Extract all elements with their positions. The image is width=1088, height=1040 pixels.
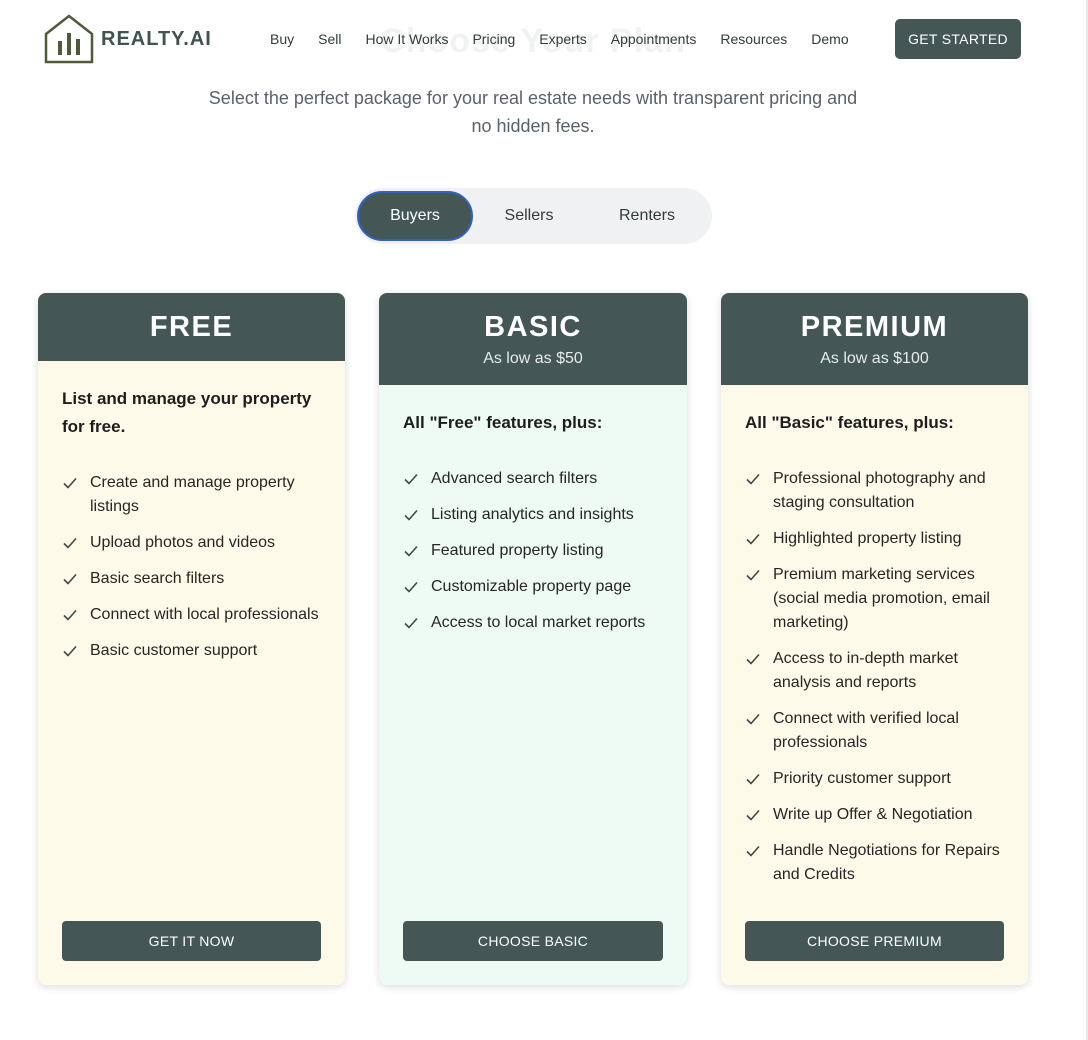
feature-list: Advanced search filters Listing analytic… — [379, 467, 687, 635]
feature-text: Basic customer support — [90, 642, 258, 659]
feature-text: Handle Negotiations for Repairs and Cred… — [773, 842, 1000, 883]
check-icon — [62, 471, 90, 495]
plan-price: As low as $50 — [483, 350, 583, 367]
plan-intro: All "Basic" features, plus: — [745, 413, 954, 432]
check-icon — [745, 527, 773, 551]
check-icon — [62, 567, 90, 591]
tab-renters[interactable]: Renters — [589, 191, 705, 241]
plan-header-free: FREE — [38, 293, 345, 361]
get-it-now-button[interactable]: GET IT NOW — [62, 921, 321, 961]
plan-title: PREMIUM — [800, 311, 949, 343]
main-nav: Buy Sell How It Works Pricing Experts Ap… — [258, 30, 861, 48]
check-icon — [403, 503, 431, 527]
check-icon — [745, 467, 773, 491]
page-subtitle: Select the perfect package for your real… — [208, 88, 858, 136]
feature-item: Professional photography and staging con… — [745, 467, 1004, 515]
feature-text: Featured property listing — [431, 542, 604, 559]
check-icon — [62, 531, 90, 555]
plan-card-free: FREE List and manage your property for f… — [38, 293, 345, 985]
feature-item: Advanced search filters — [403, 467, 663, 491]
plan-title: FREE — [149, 311, 234, 343]
feature-text: Connect with verified local professional… — [773, 710, 959, 751]
check-icon — [745, 839, 773, 863]
feature-text: Priority customer support — [773, 770, 951, 787]
check-icon — [403, 611, 431, 635]
feature-item: Priority customer support — [745, 767, 1004, 791]
feature-item: Create and manage property listings — [62, 471, 321, 519]
feature-text: Write up Offer & Negotiation — [773, 806, 973, 823]
check-icon — [745, 707, 773, 731]
feature-item: Write up Offer & Negotiation — [745, 803, 1004, 827]
plan-header-premium: PREMIUM As low as $100 — [721, 293, 1028, 385]
feature-text: Create and manage property listings — [90, 474, 295, 515]
nav-experts[interactable]: Experts — [527, 30, 598, 48]
check-icon — [745, 803, 773, 827]
nav-buy[interactable]: Buy — [258, 30, 306, 48]
check-icon — [403, 575, 431, 599]
feature-text: Highlighted property listing — [773, 530, 962, 547]
audience-tabs: Buyers Sellers Renters — [355, 188, 712, 244]
check-icon — [62, 639, 90, 663]
feature-text: Listing analytics and insights — [431, 506, 634, 523]
check-icon — [745, 647, 773, 671]
feature-text: Connect with local professionals — [90, 606, 319, 623]
tab-buyers[interactable]: Buyers — [357, 191, 473, 241]
check-icon — [403, 467, 431, 491]
check-icon — [745, 563, 773, 587]
feature-item: Basic search filters — [62, 567, 321, 591]
feature-text: Customizable property page — [431, 578, 632, 595]
nav-how-it-works[interactable]: How It Works — [353, 30, 460, 48]
feature-text: Access to in-depth market analysis and r… — [773, 650, 958, 691]
check-icon — [745, 767, 773, 791]
feature-text: Advanced search filters — [431, 470, 598, 487]
plan-title: BASIC — [484, 311, 582, 343]
feature-list: Professional photography and staging con… — [721, 467, 1028, 887]
feature-text: Premium marketing services (social media… — [773, 566, 990, 631]
check-icon — [403, 539, 431, 563]
feature-item: Listing analytics and insights — [403, 503, 663, 527]
house-chart-logo-icon — [44, 14, 94, 64]
plan-card-basic: BASIC As low as $50 All "Free" features,… — [379, 293, 687, 985]
feature-item: Access to local market reports — [403, 611, 663, 635]
plan-header-basic: BASIC As low as $50 — [379, 293, 687, 385]
feature-item: Connect with verified local professional… — [745, 707, 1004, 755]
nav-demo[interactable]: Demo — [799, 30, 860, 48]
brand-name: REALTY.AI — [101, 27, 212, 50]
feature-text: Access to local market reports — [431, 614, 646, 631]
nav-resources[interactable]: Resources — [708, 30, 799, 48]
nav-pricing[interactable]: Pricing — [460, 30, 527, 48]
feature-item: Access to in-depth market analysis and r… — [745, 647, 1004, 695]
tab-sellers[interactable]: Sellers — [471, 191, 587, 241]
nav-sell[interactable]: Sell — [306, 30, 353, 48]
logo[interactable]: REALTY.AI — [44, 14, 212, 64]
nav-appointments[interactable]: Appointments — [599, 30, 709, 48]
plan-intro: List and manage your property for free. — [62, 389, 312, 436]
feature-text: Upload photos and videos — [90, 534, 276, 551]
feature-item: Highlighted property listing — [745, 527, 1004, 551]
get-started-button[interactable]: GET STARTED — [895, 19, 1021, 59]
feature-item: Customizable property page — [403, 575, 663, 599]
check-icon — [62, 603, 90, 627]
choose-basic-button[interactable]: CHOOSE BASIC — [403, 921, 663, 961]
plan-price: As low as $100 — [820, 350, 929, 367]
choose-premium-button[interactable]: CHOOSE PREMIUM — [745, 921, 1004, 961]
feature-text: Professional photography and staging con… — [773, 470, 986, 511]
plan-card-premium: PREMIUM As low as $100 All "Basic" featu… — [721, 293, 1028, 985]
feature-item: Featured property listing — [403, 539, 663, 563]
plan-intro: All "Free" features, plus: — [403, 413, 603, 432]
feature-item: Upload photos and videos — [62, 531, 321, 555]
feature-item: Handle Negotiations for Repairs and Cred… — [745, 839, 1004, 887]
feature-item: Connect with local professionals — [62, 603, 321, 627]
site-header: REALTY.AI Buy Sell How It Works Pricing … — [0, 0, 1088, 80]
feature-item: Basic customer support — [62, 639, 321, 663]
feature-item: Premium marketing services (social media… — [745, 563, 1004, 635]
feature-list: Create and manage property listings Uplo… — [38, 471, 345, 663]
feature-text: Basic search filters — [90, 570, 225, 587]
